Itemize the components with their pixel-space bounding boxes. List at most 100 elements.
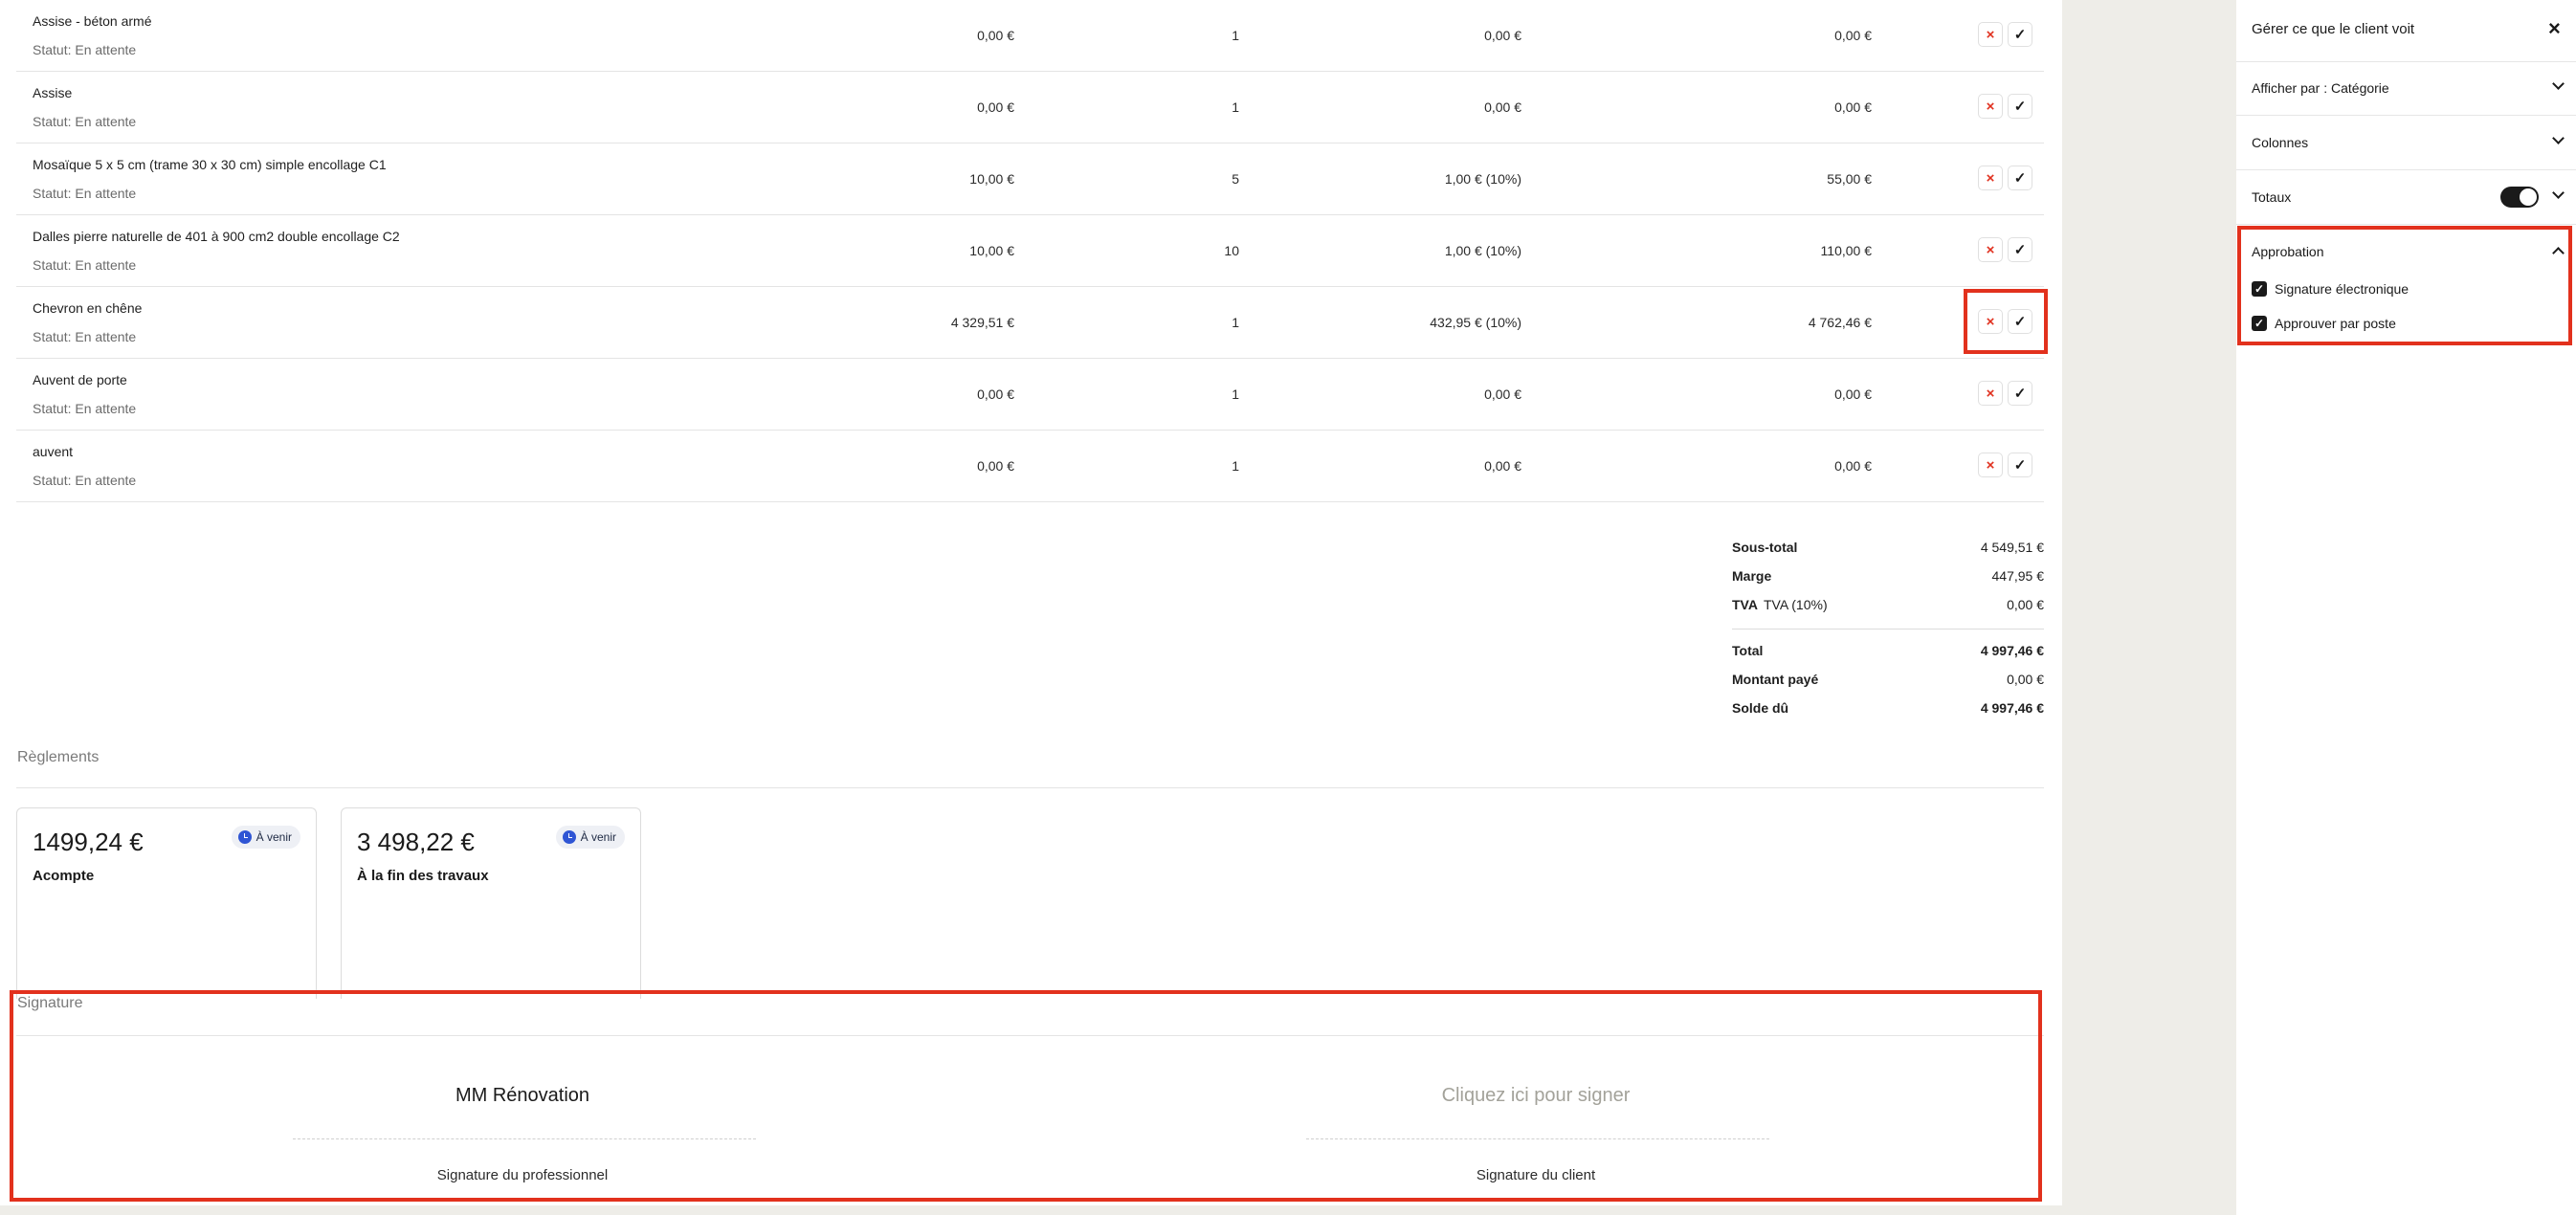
table-row: Chevron en chêne Statut: En attente 4 32… xyxy=(16,287,2044,359)
check-icon: ✓ xyxy=(2013,242,2027,258)
reject-item-button[interactable]: × xyxy=(1978,94,2003,119)
chevron-up-icon xyxy=(2552,247,2565,259)
payment-card[interactable]: 3 498,22 € À la fin des travaux À venir xyxy=(341,807,641,999)
payment-label: À la fin des travaux xyxy=(357,868,489,884)
item-unit-price: 4 329,51 € xyxy=(950,315,1014,330)
pro-signature-line xyxy=(293,1138,756,1139)
table-row: Assise Statut: En attente 0,00 € 1 0,00 … xyxy=(16,72,2044,144)
item-quantity: 1 xyxy=(1232,99,1239,115)
subtotal-label: Sous-total xyxy=(1732,540,1798,555)
checkbox[interactable]: ✓ xyxy=(2252,281,2267,297)
approve-item-button[interactable]: ✓ xyxy=(2008,237,2032,262)
total-value: 4 997,46 € xyxy=(1980,643,2044,658)
balance-label: Solde dû xyxy=(1732,700,1789,716)
check-icon: ✓ xyxy=(2013,457,2027,474)
electronic-signature-option[interactable]: ✓ Signature électronique xyxy=(2252,279,2409,298)
pro-signature-caption: Signature du professionnel xyxy=(436,1167,609,1183)
subtotal-value: 4 549,51 € xyxy=(1980,540,2044,555)
reject-item-button[interactable]: × xyxy=(1978,166,2003,190)
paid-row: Montant payé 0,00 € xyxy=(1732,669,2044,692)
item-status: Statut: En attente xyxy=(33,42,137,57)
payments-divider xyxy=(16,787,2044,788)
paid-label: Montant payé xyxy=(1732,672,1819,687)
reject-item-button[interactable]: × xyxy=(1978,237,2003,262)
item-quantity: 1 xyxy=(1232,387,1239,402)
margin-value: 447,95 € xyxy=(1991,568,2045,584)
visibility-panel: Gérer ce que le client voit × Afficher p… xyxy=(2236,0,2576,1215)
subtotal-row: Sous-total 4 549,51 € xyxy=(1732,537,2044,560)
display-by-section[interactable]: Afficher par : Catégorie xyxy=(2236,61,2576,115)
item-quantity: 10 xyxy=(1224,243,1239,258)
toggle-knob xyxy=(2520,188,2537,206)
approve-item-button[interactable]: ✓ xyxy=(2008,309,2032,334)
item-status: Statut: En attente xyxy=(33,473,137,488)
item-status: Statut: En attente xyxy=(33,401,137,416)
reject-item-button[interactable]: × xyxy=(1978,309,2003,334)
approve-item-button[interactable]: ✓ xyxy=(2008,94,2032,119)
vat-label: TVA xyxy=(1732,597,1758,612)
item-unit-price: 10,00 € xyxy=(969,171,1014,187)
signature-title: Signature xyxy=(17,995,83,1011)
item-tax: 0,00 € xyxy=(1484,28,1521,43)
check-icon: ✓ xyxy=(2254,317,2265,330)
item-tax: 1,00 € (10%) xyxy=(1444,171,1521,187)
table-row: auvent Statut: En attente 0,00 € 1 0,00 … xyxy=(16,431,2044,502)
total-label: Total xyxy=(1732,643,1764,658)
vat-value: 0,00 € xyxy=(2007,597,2044,612)
check-icon: ✓ xyxy=(2013,99,2027,115)
reject-item-button[interactable]: × xyxy=(1978,381,2003,406)
reject-item-button[interactable]: × xyxy=(1978,22,2003,47)
chevron-down-icon xyxy=(2552,77,2565,90)
check-icon: ✓ xyxy=(2013,386,2027,402)
item-total: 0,00 € xyxy=(1834,458,1872,474)
client-signature-caption: Signature du client xyxy=(1476,1167,1596,1183)
item-unit-price: 0,00 € xyxy=(977,458,1014,474)
chevron-down-icon xyxy=(2552,187,2565,199)
totals-divider xyxy=(1732,629,2044,630)
approve-by-item-option[interactable]: ✓ Approuver par poste xyxy=(2252,314,2396,333)
totals-section[interactable]: Totaux xyxy=(2236,170,2576,224)
reject-item-button[interactable]: × xyxy=(1978,453,2003,477)
approve-item-button[interactable]: ✓ xyxy=(2008,166,2032,190)
approve-item-button[interactable]: ✓ xyxy=(2008,22,2032,47)
electronic-signature-label: Signature électronique xyxy=(2275,281,2409,297)
totals-label: Totaux xyxy=(2252,189,2292,205)
close-panel-button[interactable]: × xyxy=(2548,16,2561,41)
item-total: 0,00 € xyxy=(1834,28,1872,43)
item-status: Statut: En attente xyxy=(33,114,137,129)
approval-section[interactable]: Approbation xyxy=(2236,225,2576,278)
checkbox[interactable]: ✓ xyxy=(2252,316,2267,331)
approve-item-button[interactable]: ✓ xyxy=(2008,381,2032,406)
payment-amount: 1499,24 € xyxy=(33,828,144,856)
item-quantity: 1 xyxy=(1232,458,1239,474)
item-tax: 1,00 € (10%) xyxy=(1444,243,1521,258)
status-badge-label: À venir xyxy=(255,830,292,844)
payments-title: Règlements xyxy=(17,749,100,765)
item-name: Assise xyxy=(33,85,73,100)
approve-by-item-label: Approuver par poste xyxy=(2275,316,2396,331)
status-badge: À venir xyxy=(231,826,300,849)
item-total: 55,00 € xyxy=(1827,171,1872,187)
balance-row: Solde dû 4 997,46 € xyxy=(1732,697,2044,720)
item-quantity: 1 xyxy=(1232,315,1239,330)
totals-toggle[interactable] xyxy=(2500,187,2539,208)
columns-section[interactable]: Colonnes xyxy=(2236,116,2576,169)
company-signature: MM Rénovation xyxy=(455,1085,590,1106)
background-gutter xyxy=(2062,0,2236,1215)
quote-document: Assise - béton armé Statut: En attente 0… xyxy=(0,0,2062,1205)
item-total: 0,00 € xyxy=(1834,387,1872,402)
payment-card[interactable]: 1499,24 € Acompte À venir xyxy=(16,807,317,999)
item-quantity: 5 xyxy=(1232,171,1239,187)
display-by-label: Afficher par : Catégorie xyxy=(2252,80,2389,96)
margin-row: Marge 447,95 € xyxy=(1732,565,2044,588)
payment-amount: 3 498,22 € xyxy=(357,828,475,856)
clock-icon xyxy=(237,830,252,844)
item-unit-price: 0,00 € xyxy=(977,28,1014,43)
check-icon: ✓ xyxy=(2254,282,2265,296)
item-name: Assise - béton armé xyxy=(33,13,152,29)
item-status: Statut: En attente xyxy=(33,257,137,273)
status-badge: À venir xyxy=(555,826,625,849)
item-tax: 432,95 € (10%) xyxy=(1430,315,1521,330)
approve-item-button[interactable]: ✓ xyxy=(2008,453,2032,477)
client-sign-button[interactable]: Cliquez ici pour signer xyxy=(1287,1085,1785,1107)
